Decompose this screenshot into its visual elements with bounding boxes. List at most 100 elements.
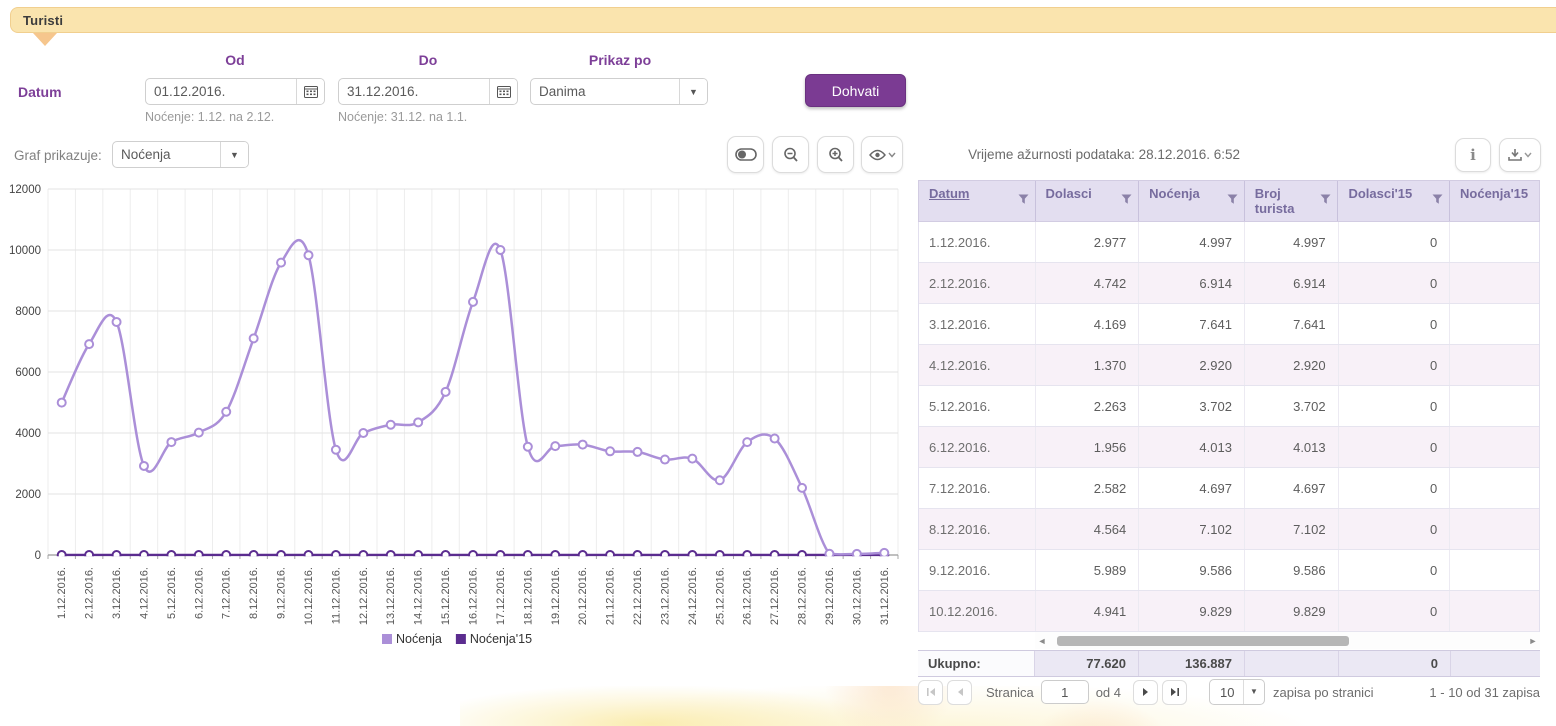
filter-icon — [1121, 194, 1132, 205]
filter-icon — [1432, 194, 1443, 205]
last-page-button[interactable] — [1162, 680, 1187, 705]
table-cell: 6.914 — [1245, 263, 1339, 303]
table-row[interactable]: 4.12.2016.1.3702.9202.9200 — [919, 345, 1539, 386]
date-from-group — [145, 78, 325, 105]
table-row[interactable]: 8.12.2016.4.5647.1027.1020 — [919, 509, 1539, 550]
zoom-in-button[interactable] — [817, 136, 854, 173]
date-from-hint: Noćenje: 1.12. na 2.12. — [145, 110, 274, 124]
chart-toggle-button[interactable] — [727, 136, 764, 173]
table-cell: 7.102 — [1245, 509, 1339, 549]
chart-area[interactable]: 0200040006000800010000120001.12.2016.2.1… — [4, 182, 906, 664]
column-header-3[interactable]: Noćenja — [1139, 181, 1245, 221]
table-cell: 4.564 — [1036, 509, 1140, 549]
horizontal-scrollbar[interactable]: ◄ ► — [1035, 632, 1540, 649]
table-cell: 1.956 — [1036, 427, 1140, 467]
scroll-right-icon[interactable]: ► — [1526, 632, 1540, 650]
prikaz-po-label: Prikaz po — [530, 52, 710, 68]
svg-text:12.12.2016.: 12.12.2016. — [358, 567, 370, 625]
table-cell: 0 — [1339, 509, 1451, 549]
svg-text:18.12.2016.: 18.12.2016. — [522, 567, 534, 625]
next-page-button[interactable] — [1133, 680, 1158, 705]
column-header-5[interactable]: Dolasci'15 — [1338, 181, 1450, 221]
data-updated-text: Vrijeme ažurnosti podataka: 28.12.2016. … — [968, 147, 1240, 162]
svg-text:27.12.2016.: 27.12.2016. — [769, 567, 781, 625]
totals-label: Ukupno: — [918, 651, 1035, 676]
table-row[interactable]: 7.12.2016.2.5824.6974.6970 — [919, 468, 1539, 509]
legend-label: Noćenja — [396, 632, 442, 646]
filter-icon-wrap[interactable] — [1320, 194, 1331, 205]
table-cell: 0 — [1339, 386, 1451, 426]
do-label: Do — [338, 52, 518, 68]
export-button[interactable] — [1499, 138, 1541, 172]
tab-turisti[interactable]: Turisti — [23, 13, 63, 28]
column-title[interactable]: Noćenja — [1149, 187, 1200, 202]
filter-icon-wrap[interactable] — [1432, 194, 1443, 205]
table-cell: 4.742 — [1036, 263, 1140, 303]
chevron-down-icon[interactable]: ▼ — [679, 79, 707, 104]
info-button[interactable]: i — [1455, 138, 1491, 172]
table-cell: 9.586 — [1245, 550, 1339, 590]
chart-svg: 0200040006000800010000120001.12.2016.2.1… — [4, 182, 906, 664]
date-to-input[interactable] — [339, 79, 489, 104]
chevron-down-icon — [888, 152, 896, 158]
svg-text:6000: 6000 — [15, 367, 41, 379]
page-size-dropdown[interactable]: 10 ▼ — [1209, 679, 1265, 705]
filter-icon-wrap[interactable] — [1018, 194, 1029, 205]
table-row[interactable]: 3.12.2016.4.1697.6417.6410 — [919, 304, 1539, 345]
top-tab-bar: Turisti — [10, 7, 1556, 33]
column-header-4[interactable]: Broj turista — [1245, 181, 1339, 221]
filter-icon-wrap[interactable] — [1227, 194, 1238, 205]
column-title[interactable]: Datum — [929, 187, 969, 202]
scrollbar-thumb[interactable] — [1057, 636, 1349, 646]
column-title[interactable]: Dolasci — [1046, 187, 1092, 202]
tab-pointer-arrow — [33, 33, 57, 46]
column-header-1[interactable]: Datum — [919, 181, 1036, 221]
table-cell: 5.989 — [1036, 550, 1140, 590]
prikaz-po-dropdown[interactable]: ▼ — [530, 78, 708, 105]
table-cell: 0 — [1339, 345, 1451, 385]
column-title[interactable]: Noćenja'15 — [1460, 187, 1528, 202]
svg-text:30.12.2016.: 30.12.2016. — [851, 567, 863, 625]
zoom-out-icon — [783, 147, 799, 163]
prev-page-button[interactable] — [947, 680, 972, 705]
first-page-button[interactable] — [918, 680, 943, 705]
table-row[interactable]: 1.12.2016.2.9774.9974.9970 — [919, 222, 1539, 263]
column-header-6[interactable]: Noćenja'15 — [1450, 181, 1539, 221]
eye-icon — [869, 149, 886, 161]
calendar-icon[interactable] — [489, 79, 517, 104]
svg-text:2000: 2000 — [15, 489, 41, 501]
column-header-2[interactable]: Dolasci — [1036, 181, 1140, 221]
column-title[interactable]: Broj turista — [1255, 187, 1316, 217]
table-cell: 1.12.2016. — [919, 222, 1036, 262]
graf-prikazuje-dropdown[interactable]: ▼ — [112, 141, 249, 168]
table-cell: 7.641 — [1139, 304, 1245, 344]
table-row[interactable]: 9.12.2016.5.9899.5869.5860 — [919, 550, 1539, 591]
table-row[interactable]: 10.12.2016.4.9419.8299.8290 — [919, 591, 1539, 632]
date-from-input[interactable] — [146, 79, 296, 104]
zoom-out-button[interactable] — [772, 136, 809, 173]
svg-text:29.12.2016.: 29.12.2016. — [824, 567, 836, 625]
table-cell: 4.013 — [1245, 427, 1339, 467]
page-number-input[interactable] — [1041, 680, 1089, 704]
svg-text:28.12.2016.: 28.12.2016. — [797, 567, 809, 625]
calendar-icon[interactable] — [296, 79, 324, 104]
series-visibility-button[interactable] — [861, 136, 903, 173]
table-row[interactable]: 6.12.2016.1.9564.0134.0130 — [919, 427, 1539, 468]
page-size-value: 10 — [1210, 685, 1243, 700]
datum-label: Datum — [18, 84, 62, 100]
zoom-in-icon — [828, 147, 844, 163]
table-row[interactable]: 2.12.2016.4.7426.9146.9140 — [919, 263, 1539, 304]
filter-icon-wrap[interactable] — [1121, 194, 1132, 205]
svg-text:8.12.2016.: 8.12.2016. — [248, 567, 260, 619]
svg-text:3.12.2016.: 3.12.2016. — [111, 567, 123, 619]
table-row[interactable]: 5.12.2016.2.2633.7023.7020 — [919, 386, 1539, 427]
dohvati-button[interactable]: Dohvati — [805, 74, 906, 107]
toggle-icon — [735, 148, 757, 161]
chevron-down-icon[interactable]: ▼ — [220, 142, 248, 167]
table-cell: 3.702 — [1245, 386, 1339, 426]
table-cell: 9.586 — [1139, 550, 1245, 590]
grid-body: 1.12.2016.2.9774.9974.99702.12.2016.4.74… — [918, 222, 1540, 632]
column-title[interactable]: Dolasci'15 — [1348, 187, 1412, 202]
scroll-left-icon[interactable]: ◄ — [1035, 632, 1049, 650]
grid-scroll-strip: ◄ ► — [918, 632, 1540, 650]
